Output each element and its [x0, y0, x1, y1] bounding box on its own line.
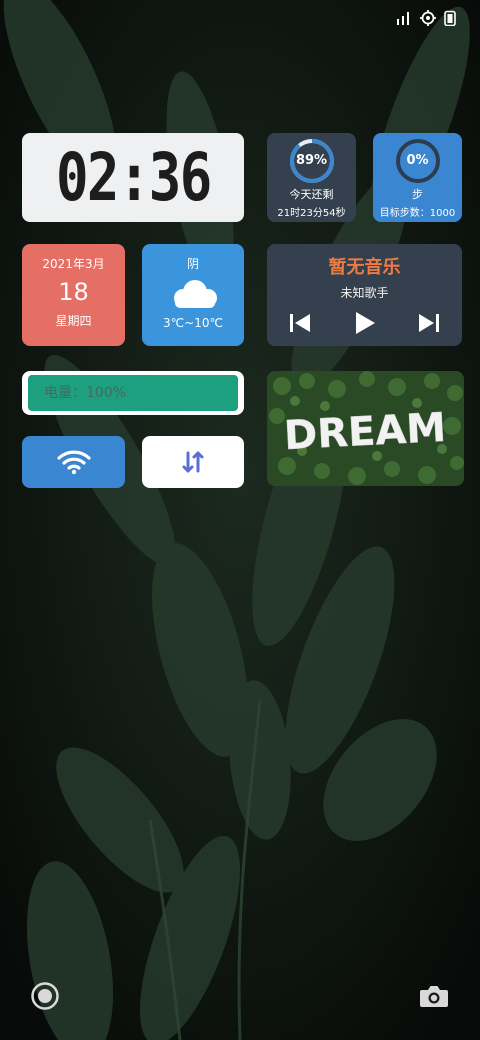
- steps-percent: 0%: [406, 153, 429, 168]
- clock-time: 02:36: [55, 139, 212, 216]
- battery-icon: [444, 10, 456, 26]
- dream-photo-widget[interactable]: DREAM: [267, 371, 464, 486]
- status-bar: [396, 10, 456, 26]
- music-artist: 未知歌手: [340, 286, 389, 300]
- steps-goal: 目标步数：1000: [379, 208, 456, 219]
- steps-label: 步: [412, 188, 423, 201]
- wifi-toggle[interactable]: [22, 436, 125, 488]
- next-track-icon[interactable]: [418, 313, 440, 333]
- camera-icon: [420, 986, 448, 1007]
- mobile-data-toggle[interactable]: [142, 436, 244, 488]
- camera-button[interactable]: [419, 983, 449, 1013]
- circle-button-icon: [31, 982, 59, 1010]
- data-transfer-icon: [182, 451, 204, 473]
- music-widget[interactable]: 暂无音乐 未知歌手: [267, 244, 462, 346]
- previous-track-icon[interactable]: [289, 313, 311, 333]
- date-year-month: 2021年3月: [42, 257, 105, 271]
- cloud-icon: [174, 280, 217, 308]
- battery-label: 电量：100%: [44, 385, 127, 401]
- battery-widget[interactable]: 电量：100%: [22, 371, 244, 415]
- bottom-left-button[interactable]: [30, 981, 60, 1015]
- weather-condition: 阴: [186, 257, 199, 271]
- steps-widget[interactable]: 0% 步 目标步数：1000: [373, 133, 462, 222]
- day-remaining-time: 21时23分54秒: [277, 208, 346, 219]
- clock-widget[interactable]: 02:36: [22, 133, 244, 222]
- day-progress-label: 今天还剩: [289, 188, 334, 201]
- day-progress-widget[interactable]: 89% 今天还剩 21时23分54秒: [267, 133, 356, 222]
- dream-text: DREAM: [283, 405, 447, 459]
- wifi-icon: [56, 450, 91, 475]
- location-icon: [420, 10, 436, 26]
- signal-icon: [397, 12, 409, 25]
- date-day: 18: [58, 278, 89, 306]
- day-progress-percent: 89%: [295, 153, 328, 168]
- dream-photo: DREAM: [267, 371, 464, 486]
- date-weekday: 星期四: [55, 314, 92, 328]
- weather-temperature: 3℃~10℃: [163, 316, 223, 330]
- play-icon[interactable]: [354, 311, 376, 335]
- weather-widget[interactable]: 阴 3℃~10℃: [142, 244, 244, 346]
- music-title: 暂无音乐: [328, 257, 401, 278]
- date-widget[interactable]: 2021年3月 18 星期四: [22, 244, 125, 346]
